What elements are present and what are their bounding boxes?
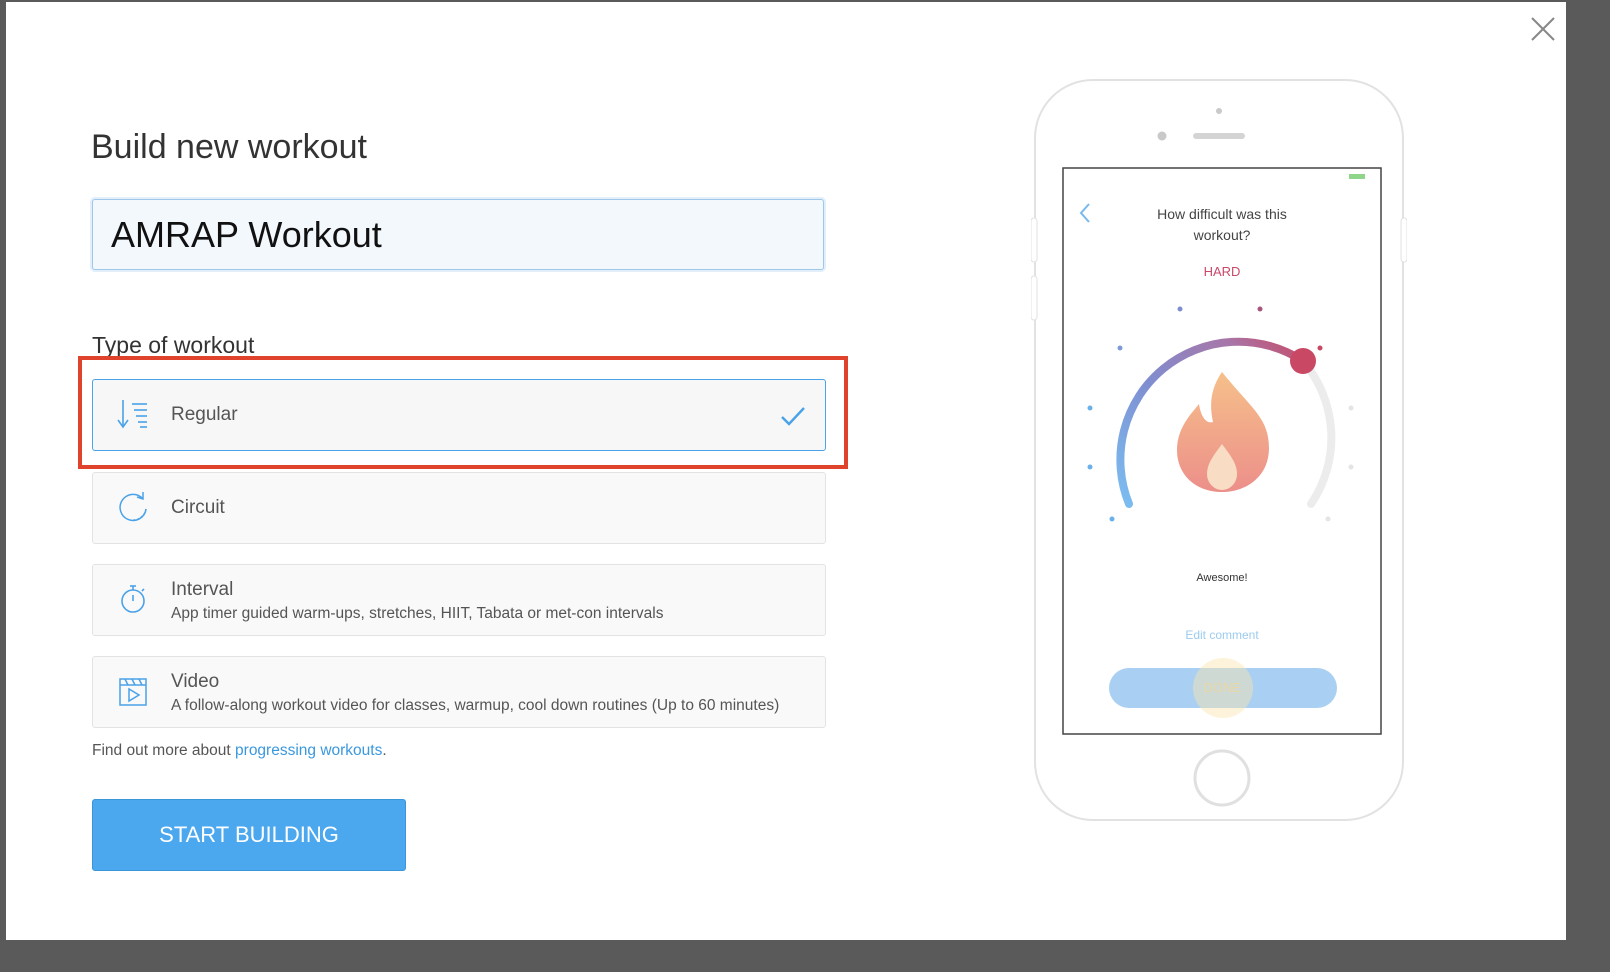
option-video[interactable]: Video A follow-along workout video for c… — [92, 656, 826, 728]
workout-type-label: Type of workout — [92, 332, 255, 358]
question-line-1: How difficult was this — [1157, 206, 1287, 222]
progressing-workouts-note: Find out more about progressing workouts… — [92, 742, 387, 760]
difficulty-question: How difficult was this workout? — [1121, 204, 1323, 246]
question-line-2: workout? — [1193, 227, 1251, 243]
option-label: Video — [171, 671, 220, 692]
option-description: A follow-along workout video for classes… — [171, 697, 780, 714]
progressing-workouts-link[interactable]: progressing workouts — [235, 742, 382, 759]
option-circuit[interactable]: Circuit — [92, 472, 826, 544]
option-interval[interactable]: Interval App timer guided warm-ups, stre… — [92, 564, 826, 636]
option-label: Regular — [171, 404, 238, 425]
video-icon — [115, 673, 151, 709]
stopwatch-icon — [115, 581, 151, 617]
checkmark-icon — [779, 402, 807, 430]
regular-list-icon — [115, 396, 151, 432]
option-description: App timer guided warm-ups, stretches, HI… — [171, 605, 664, 622]
done-button: DONE — [1203, 680, 1241, 695]
page-title: Build new workout — [91, 128, 367, 166]
workout-name-input[interactable] — [92, 199, 824, 270]
option-regular[interactable]: Regular — [92, 379, 826, 451]
close-button[interactable] — [1526, 12, 1560, 46]
option-label: Circuit — [171, 497, 225, 518]
phone-preview: How difficult was this workout? HARD Awe… — [1030, 78, 1408, 826]
circuit-icon — [115, 489, 151, 525]
note-text: Find out more about — [92, 742, 236, 759]
option-label: Interval — [171, 579, 234, 600]
comment-text: Awesome! — [1196, 572, 1248, 584]
start-building-button[interactable]: START BUILDING — [92, 799, 406, 871]
note-period: . — [382, 742, 387, 759]
close-icon — [1531, 17, 1555, 41]
difficulty-level: HARD — [1203, 264, 1241, 279]
build-workout-modal: Build new workout Type of workout Regula… — [6, 2, 1566, 940]
edit-comment-link: Edit comment — [1185, 628, 1259, 642]
